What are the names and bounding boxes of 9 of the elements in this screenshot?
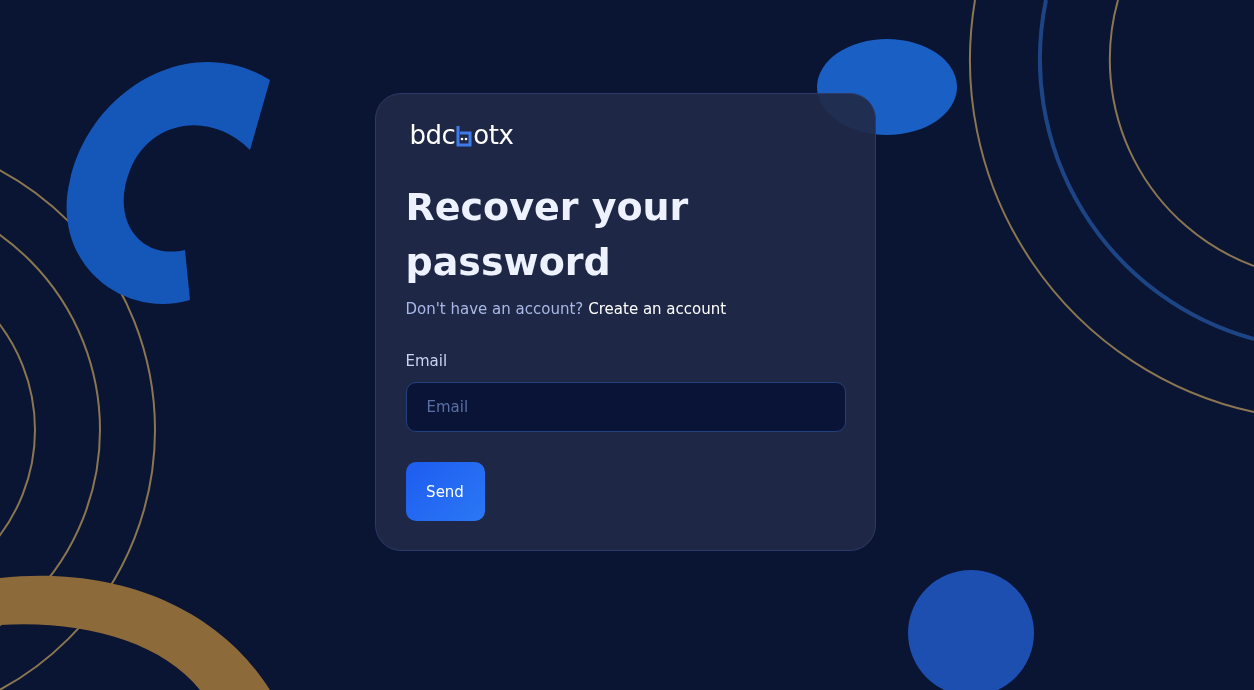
logo-text: otx <box>473 120 514 150</box>
signup-prompt-text: Don't have an account? <box>405 300 584 318</box>
page-heading: Recover your password <box>405 184 690 286</box>
send-button[interactable]: Send <box>405 462 485 521</box>
logo-text: bdc <box>409 120 456 150</box>
email-input-field[interactable]: Email <box>405 382 846 432</box>
robot-logo-icon <box>456 125 473 147</box>
create-account-link[interactable]: Create an account <box>588 300 727 318</box>
email-label: Email <box>405 352 448 370</box>
